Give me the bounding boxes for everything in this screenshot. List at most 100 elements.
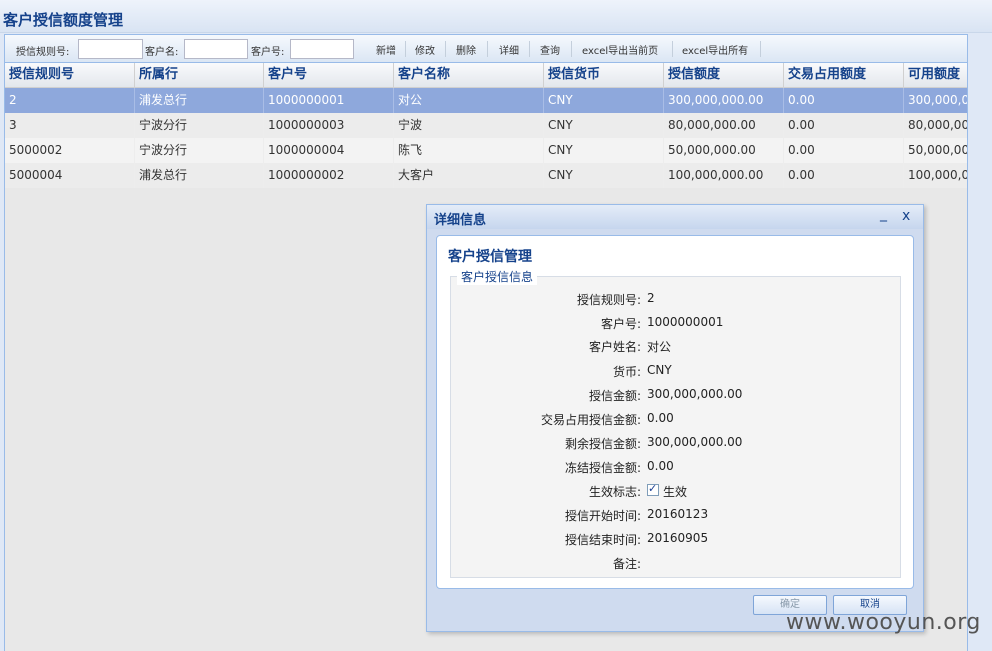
toolbar-separator — [529, 41, 530, 57]
toolbar: 授信规则号: 客户名: 客户号: 新增 修改 删除 详细 查询 excel导出当… — [5, 35, 967, 63]
field-value: 2 — [647, 291, 655, 305]
close-icon[interactable]: x — [902, 208, 910, 224]
table-row[interactable]: 3 宁波分行 1000000003 宁波 CNY 80,000,000.00 0… — [5, 113, 967, 138]
toolbar-separator — [760, 41, 761, 57]
cell-branch: 浦发总行 — [135, 88, 264, 113]
table-row[interactable]: 5000002 宁波分行 1000000004 陈飞 CNY 50,000,00… — [5, 138, 967, 163]
cell-branch: 浦发总行 — [135, 163, 264, 188]
field-value: CNY — [647, 363, 672, 377]
field-value: 20160905 — [647, 531, 709, 545]
cell-currency: CNY — [544, 113, 664, 138]
cell-credit-amount: 80,000,000.00 — [664, 113, 784, 138]
table-row[interactable]: 5000004 浦发总行 1000000002 大客户 CNY 100,000,… — [5, 163, 967, 188]
cell-available-amount: 80,000,000.00 — [908, 118, 967, 132]
field-value: 300,000,000.00 — [647, 435, 743, 449]
cell-rule-no: 2 — [5, 88, 135, 113]
field-label: 生效标志: — [588, 485, 641, 499]
field-label: 冻结授信金额: — [564, 461, 641, 475]
field-rule-no: 授信规则号: 2 — [451, 289, 902, 309]
customer-no-label: 客户号: — [251, 47, 285, 58]
cell-customer-no: 1000000003 — [264, 113, 394, 138]
rule-no-input[interactable] — [78, 39, 143, 59]
customer-no-input[interactable] — [290, 39, 354, 59]
cell-customer-no: 1000000002 — [264, 163, 394, 188]
edit-button[interactable]: 修改 — [415, 42, 435, 57]
field-label: 客户号: — [600, 317, 641, 331]
column-header-credit-amount[interactable]: 授信额度 — [664, 63, 784, 87]
cell-available-amount: 300,000,000.00 — [908, 93, 967, 107]
export-all-button[interactable]: excel导出所有 — [682, 42, 748, 57]
cell-currency: CNY — [544, 138, 664, 163]
cell-used-amount: 0.00 — [784, 88, 904, 113]
toolbar-separator — [445, 41, 446, 57]
cell-used-amount: 0.00 — [784, 163, 904, 188]
toolbar-separator — [571, 41, 572, 57]
column-header-used-amount[interactable]: 交易占用额度 — [784, 63, 904, 87]
detail-window-titlebar[interactable]: 详细信息 _ x — [427, 205, 923, 229]
detail-button[interactable]: 详细 — [499, 42, 519, 57]
form-title: 客户授信管理 — [448, 249, 532, 265]
field-value: 20160123 — [647, 507, 709, 521]
cell-customer-no: 1000000001 — [264, 88, 394, 113]
fieldset-legend: 客户授信信息 — [457, 268, 538, 285]
field-label: 授信金额: — [588, 389, 641, 403]
field-value: 300,000,000.00 — [647, 387, 743, 401]
credit-info-fieldset: 授信规则号: 2 客户号: 1000000001 客户姓名: 对公 货币: CN… — [450, 276, 901, 578]
cell-available-amount: 50,000,000.00 — [908, 143, 967, 157]
column-header-branch[interactable]: 所属行 — [135, 63, 264, 87]
column-header-customer-no[interactable]: 客户号 — [264, 63, 394, 87]
field-label: 授信开始时间: — [564, 509, 641, 523]
column-header-rule-no[interactable]: 授信规则号 — [5, 63, 135, 87]
column-header-currency[interactable]: 授信货币 — [544, 63, 664, 87]
field-remarks: 备注: — [451, 553, 902, 573]
field-value: 0.00 — [647, 459, 674, 473]
cell-used-amount: 0.00 — [784, 138, 904, 163]
table-row[interactable]: 2 浦发总行 1000000001 对公 CNY 300,000,000.00 … — [5, 88, 967, 113]
cell-currency: CNY — [544, 163, 664, 188]
field-label: 备注: — [612, 557, 641, 571]
field-frozen-amount: 冻结授信金额: 0.00 — [451, 457, 902, 477]
field-label: 剩余授信金额: — [564, 437, 641, 451]
field-customer-no: 客户号: 1000000001 — [451, 313, 902, 333]
column-header-available-amount[interactable]: 可用额度 — [904, 63, 967, 87]
add-button[interactable]: 新增 — [376, 42, 396, 57]
detail-form: 客户授信管理 授信规则号: 2 客户号: 1000000001 客户姓名: 对公… — [436, 235, 914, 589]
cell-rule-no: 3 — [5, 113, 135, 138]
delete-button[interactable]: 删除 — [456, 42, 476, 57]
toolbar-separator — [487, 41, 488, 57]
field-label: 交易占用授信金额: — [540, 413, 641, 427]
field-value: 对公 — [647, 340, 672, 354]
field-used-amount: 交易占用授信金额: 0.00 — [451, 409, 902, 429]
cell-customer-name: 大客户 — [394, 163, 544, 188]
field-credit-amount: 授信金额: 300,000,000.00 — [451, 385, 902, 405]
field-label: 授信结束时间: — [564, 533, 641, 547]
field-remaining-amount: 剩余授信金额: 300,000,000.00 — [451, 433, 902, 453]
minimize-icon[interactable]: _ — [880, 206, 887, 222]
effective-checkbox[interactable] — [647, 482, 659, 496]
cell-credit-amount: 100,000,000.00 — [664, 163, 784, 188]
cell-rule-no: 5000002 — [5, 138, 135, 163]
watermark: www.wooyun.org — [786, 610, 981, 635]
export-current-page-button[interactable]: excel导出当前页 — [582, 42, 658, 57]
rule-no-label: 授信规则号: — [16, 47, 70, 58]
page-title: 客户授信额度管理 — [0, 0, 992, 33]
cell-currency: CNY — [544, 88, 664, 113]
customer-name-input[interactable] — [184, 39, 248, 59]
cell-credit-amount: 50,000,000.00 — [664, 138, 784, 163]
cell-customer-name: 对公 — [394, 88, 544, 113]
cell-available-amount: 100,000,000.00 — [908, 168, 967, 182]
detail-window: 详细信息 _ x 客户授信管理 授信规则号: 2 客户号: 1000000001… — [426, 204, 924, 632]
toolbar-separator — [672, 41, 673, 57]
column-header-customer-name[interactable]: 客户名称 — [394, 63, 544, 87]
cell-customer-no: 1000000004 — [264, 138, 394, 163]
field-value: 1000000001 — [647, 315, 724, 329]
field-start-date: 授信开始时间: 20160123 — [451, 505, 902, 525]
checkbox-label: 生效 — [663, 485, 688, 499]
cell-credit-amount: 300,000,000.00 — [664, 88, 784, 113]
field-effective-flag: 生效标志: 生效 — [451, 481, 902, 501]
cell-customer-name: 陈飞 — [394, 138, 544, 163]
cell-branch: 宁波分行 — [135, 113, 264, 138]
field-label: 货币: — [612, 365, 641, 379]
field-customer-name: 客户姓名: 对公 — [451, 336, 902, 356]
query-button[interactable]: 查询 — [540, 42, 560, 57]
